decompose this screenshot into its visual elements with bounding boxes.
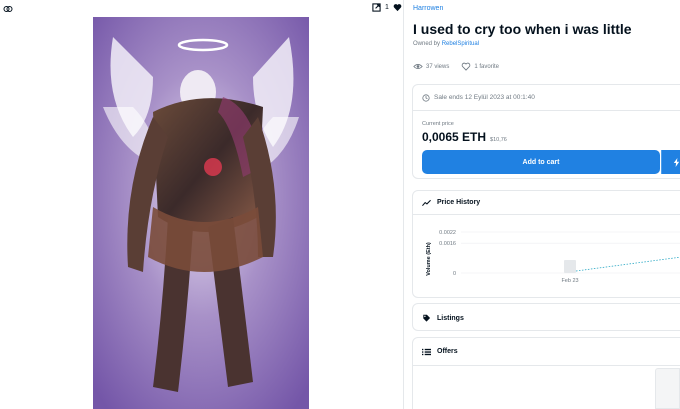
media-actions: 1 — [372, 3, 402, 12]
open-external-icon[interactable] — [372, 3, 381, 12]
price-usd: $10,76 — [490, 137, 507, 143]
views-count: 37 views — [426, 63, 450, 70]
sale-end-text: Sale ends 12 Eylül 2023 at 00:1:40 — [434, 94, 535, 101]
price-history-header[interactable]: Price History — [413, 191, 680, 215]
item-title: I used to cry too when i was little — [413, 21, 632, 37]
y-tick-label: 0.0016 — [439, 241, 456, 247]
add-to-cart-button[interactable]: Add to cart — [422, 150, 660, 174]
owner-link[interactable]: RebelSpiritual — [442, 41, 479, 47]
offers-panel[interactable]: Offers — [412, 337, 680, 409]
current-price-label: Current price — [422, 121, 454, 127]
y-tick-label: 0 — [453, 271, 456, 277]
clock-icon — [422, 93, 430, 102]
eye-icon — [413, 64, 423, 69]
volume-bar — [564, 259, 576, 273]
price-history-chart: Volume (Eth) 0.0022 0.0016 0 Feb 23 — [426, 230, 680, 284]
owned-by: Owned by RebelSpiritual — [413, 41, 479, 47]
trend-line-icon — [422, 199, 431, 206]
listings-header[interactable]: Listings — [413, 304, 680, 330]
sale-panel: Sale ends 12 Eylül 2023 at 00:1:40 Curre… — [412, 84, 680, 179]
favorites-label: 1 favorite — [474, 63, 500, 70]
sale-end-row: Sale ends 12 Eylül 2023 at 00:1:40 — [413, 85, 680, 111]
details-pane: Harrowen I used to cry too when i was li… — [404, 0, 680, 409]
favorites-count: 1 — [385, 4, 389, 11]
nft-artwork-image — [93, 17, 309, 409]
listings-panel[interactable]: Listings — [412, 303, 680, 331]
listings-title: Listings — [437, 314, 464, 322]
owned-by-label: Owned by — [413, 41, 442, 47]
item-stats: 37 views 1 favorite — [413, 62, 499, 71]
ethereum-chain-icon[interactable] — [3, 4, 13, 14]
y-tick-label: 0.0022 — [439, 230, 456, 236]
chat-widget[interactable] — [655, 368, 680, 409]
x-tick-label: Feb 23 — [561, 278, 578, 284]
collection-link[interactable]: Harrowen — [413, 5, 443, 12]
price-history-title: Price History — [437, 199, 481, 206]
current-price: 0,0065 ETH $10,76 — [422, 130, 507, 144]
buy-now-button[interactable] — [661, 150, 680, 174]
heart-outline-icon — [462, 62, 471, 71]
media-pane: 1 — [0, 0, 404, 409]
heart-icon[interactable] — [393, 3, 402, 12]
list-icon — [422, 348, 431, 355]
y-axis-label: Volume (Eth) — [426, 242, 432, 276]
offers-title: Offers — [437, 348, 458, 355]
price-eth: 0,0065 ETH — [422, 130, 487, 144]
price-history-panel: Price History Volume (Eth) 0.0022 0.0016 0… — [412, 190, 680, 298]
tag-icon — [423, 314, 431, 322]
favorites-stat[interactable]: 1 favorite — [461, 62, 499, 71]
avg-price-line — [575, 256, 680, 272]
offers-header[interactable]: Offers — [413, 338, 680, 366]
views-stat: 37 views — [413, 62, 449, 71]
lightning-icon — [673, 157, 680, 167]
